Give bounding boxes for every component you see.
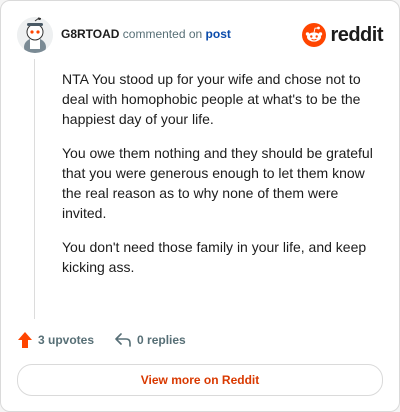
- comment-meta: G8RTOAD commented on post: [61, 27, 231, 41]
- view-more-button[interactable]: View more on Reddit: [17, 364, 383, 396]
- reddit-brand[interactable]: reddit: [302, 22, 383, 48]
- comment-embed-card: G8RTOAD commented on post reddit NTA You…: [0, 0, 400, 412]
- comment-actions: 3 upvotes 0 replies: [17, 330, 186, 350]
- reddit-logo-icon: [302, 23, 327, 47]
- username[interactable]: G8RTOAD: [61, 27, 119, 41]
- replies-button[interactable]: 0 replies: [114, 332, 186, 348]
- reply-count: 0 replies: [137, 333, 186, 347]
- comment-paragraph: You don't need those family in your life…: [62, 239, 367, 275]
- comment-paragraph: NTA You stood up for your wife and chose…: [62, 71, 361, 127]
- reddit-wordmark: reddit: [330, 23, 383, 46]
- upvote-count: 3 upvotes: [38, 333, 95, 347]
- thread-line: [34, 59, 35, 319]
- upvote-button[interactable]: 3 upvotes: [17, 331, 94, 349]
- comment-paragraph: You owe them nothing and they should be …: [62, 145, 373, 221]
- post-link[interactable]: post: [206, 27, 231, 41]
- reply-arrow-icon: [115, 333, 131, 347]
- comment-body: NTA You stood up for your wife and chose…: [62, 69, 376, 291]
- comment-header: G8RTOAD commented on post reddit: [17, 17, 383, 53]
- commented-on-text: commented on: [122, 27, 203, 41]
- avatar[interactable]: [17, 17, 53, 53]
- upvote-arrow-icon: [18, 332, 32, 348]
